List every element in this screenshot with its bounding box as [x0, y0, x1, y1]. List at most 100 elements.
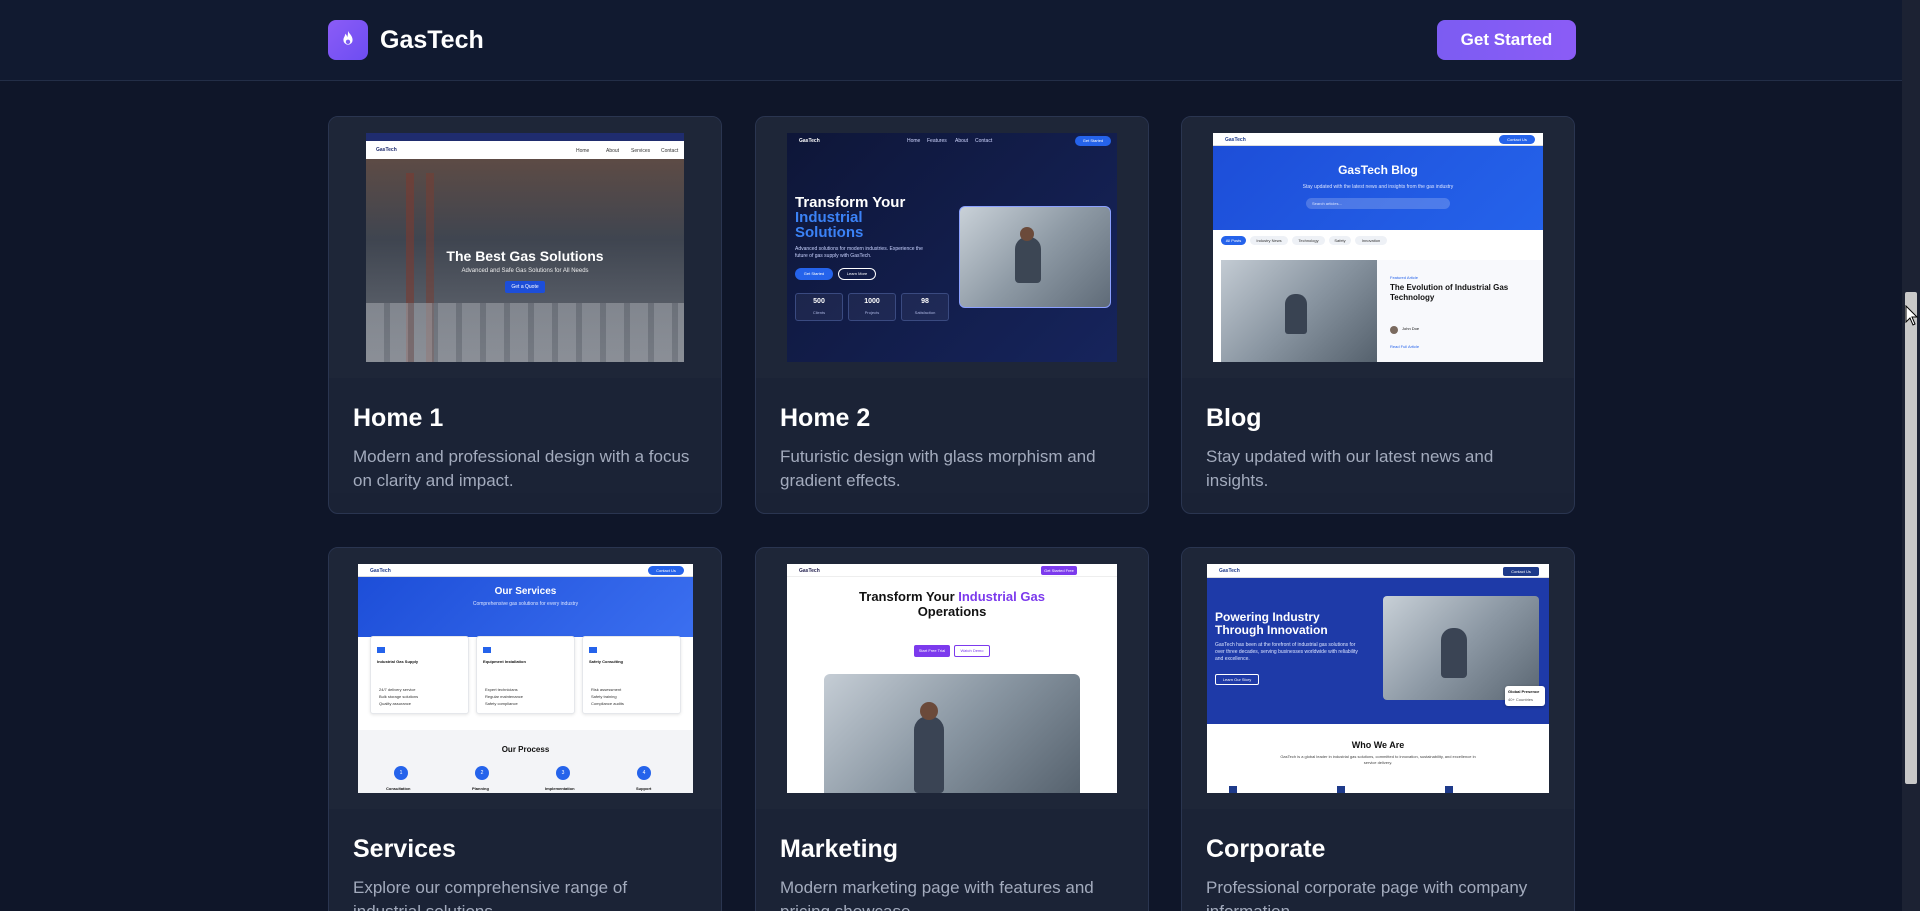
preview-step-label: Consultation [386, 786, 411, 791]
preview-nav-home: Home [907, 138, 921, 144]
preview-quote-button: Get a Quote [505, 281, 545, 293]
preview-process-title: Our Process [501, 745, 550, 754]
preview-secondary-button: Learn More [838, 268, 876, 280]
preview-nav-about: About [606, 148, 620, 154]
card-body: Marketing Modern marketing page with fea… [756, 809, 1148, 911]
card-preview: GasTech Contact Us GasTech Blog Stay upd… [1182, 117, 1574, 378]
preview-service-card: Safety Consulting Risk assessment Safety… [582, 636, 681, 714]
preview-step-label: Support [636, 786, 652, 791]
preview-nav-home: Home [576, 148, 590, 154]
preview-filter: Innovation [1355, 236, 1387, 245]
preview-search-input: Search articles... [1306, 198, 1450, 209]
card-title: Home 1 [353, 404, 444, 432]
card-body: Home 1 Modern and professional design wi… [329, 378, 721, 493]
card-preview: GasTech Contact Us Powering Industry Thr… [1182, 548, 1574, 809]
preview-headline-3: Solutions [795, 224, 864, 241]
preview-nav-services: Services [631, 148, 651, 154]
preview-nav-button: Contact Us [648, 566, 684, 575]
card-description: Modern marketing page with features and … [780, 878, 1094, 911]
card-title: Blog [1206, 404, 1262, 432]
card-title: Home 2 [780, 404, 871, 432]
preview-brand: GasTech [799, 568, 820, 574]
preview-hero-image [1383, 596, 1539, 700]
preview-article-image [1221, 260, 1377, 362]
preview-section-text: GasTech is a global leader in industrial… [1280, 754, 1476, 765]
preview-learn-button: Learn Our Story [1215, 674, 1259, 685]
preview-filter: Safety [1329, 236, 1351, 245]
card-body: Blog Stay updated with our latest news a… [1182, 378, 1574, 493]
preview-nav-about: About [955, 138, 969, 144]
preview-subline: GasTech has been at the forefront of ind… [1215, 642, 1358, 662]
template-card-services[interactable]: GasTech Contact Us Our Services Comprehe… [328, 547, 722, 911]
card-description: Explore our comprehensive range of indus… [353, 878, 628, 911]
preview-subline: Comprehensive gas solutions for every in… [472, 601, 579, 607]
preview-blog[interactable]: GasTech Contact Us GasTech Blog Stay upd… [1213, 133, 1543, 362]
preview-services[interactable]: GasTech Contact Us Our Services Comprehe… [358, 564, 693, 793]
card-description: Futuristic design with glass morphism an… [780, 447, 1096, 490]
card-description: Stay updated with our latest news and in… [1206, 447, 1494, 490]
preview-headline: Our Services [494, 586, 557, 597]
card-preview: GasTech Home Features About Contact Get … [756, 117, 1148, 378]
preview-step-label: Implementation [545, 786, 575, 791]
scrollbar-thumb[interactable] [1905, 292, 1917, 784]
card-description: Modern and professional design with a fo… [353, 447, 690, 490]
preview-article-tag: Featured Article [1390, 275, 1419, 280]
template-card-marketing[interactable]: GasTech Get Started Free Transform Your … [755, 547, 1149, 911]
preview-section-title: Who We Are [1351, 740, 1405, 750]
preview-headline: The Best Gas Solutions [446, 248, 604, 264]
preview-filter: All Posts [1221, 236, 1246, 245]
card-title: Marketing [780, 835, 899, 863]
preview-hero-image [959, 206, 1111, 308]
card-body: Services Explore our comprehensive range… [329, 809, 721, 911]
preview-article-title: The Evolution of Industrial Gas Technolo… [1390, 283, 1509, 302]
card-body: Home 2 Futuristic design with glass morp… [756, 378, 1148, 493]
card-preview: GasTech Get Started Free Transform Your … [756, 548, 1148, 809]
preview-stat-satisfaction: 98 Satisfaction [901, 293, 949, 321]
preview-secondary-button: Watch Demo [954, 645, 990, 657]
preview-brand: GasTech [1219, 568, 1240, 574]
preview-filter: Technology [1292, 236, 1325, 245]
preview-headline: Transform Your Industrial Gas [859, 589, 1045, 604]
card-preview: GasTech Contact Us Our Services Comprehe… [329, 548, 721, 809]
preview-presence-badge: Global Presence 40+ Countries [1505, 686, 1545, 706]
preview-subline: Advanced solutions for modern industries… [795, 246, 923, 259]
preview-headline: Powering Industry Through Innovation [1215, 610, 1328, 637]
preview-hero-image [824, 674, 1080, 793]
card-description: Professional corporate page with company… [1206, 878, 1528, 911]
template-card-blog[interactable]: GasTech Contact Us GasTech Blog Stay upd… [1181, 116, 1575, 514]
card-body: Corporate Professional corporate page wi… [1182, 809, 1574, 911]
brand-name: GasTech [380, 25, 484, 54]
preview-brand: GasTech [799, 138, 820, 144]
preview-home-2[interactable]: GasTech Home Features About Contact Get … [787, 133, 1117, 362]
preview-marketing[interactable]: GasTech Get Started Free Transform Your … [787, 564, 1117, 793]
preview-step-label: Planning [472, 786, 489, 791]
preview-corporate[interactable]: GasTech Contact Us Powering Industry Thr… [1207, 564, 1549, 793]
preview-primary-button: Get Started [795, 268, 833, 280]
preview-nav-button: Contact Us [1499, 135, 1535, 144]
template-card-corporate[interactable]: GasTech Contact Us Powering Industry Thr… [1181, 547, 1575, 911]
preview-service-card: Industrial Gas Supply 24/7 delivery serv… [370, 636, 469, 714]
preview-author: John Doe [1402, 326, 1420, 331]
flame-logo-icon [328, 20, 368, 60]
preview-stat-projects: 1000 Projects [848, 293, 896, 321]
preview-nav-button: Contact Us [1503, 567, 1539, 576]
preview-subline: Stay updated with the latest news and in… [1302, 184, 1454, 190]
preview-subline: Advanced and Safe Gas Solutions for All … [461, 268, 589, 274]
get-started-button[interactable]: Get Started [1437, 20, 1576, 60]
preview-filter: Industry News [1250, 236, 1288, 245]
preview-author-avatar [1390, 326, 1398, 334]
card-title: Services [353, 835, 456, 863]
brand[interactable]: GasTech [328, 20, 484, 60]
preview-nav-button: Get Started Free [1041, 566, 1077, 575]
template-card-home-2[interactable]: GasTech Home Features About Contact Get … [755, 116, 1149, 514]
preview-brand: GasTech [1225, 137, 1246, 143]
preview-home-1[interactable]: GasTech Home About Services Contact The … [366, 133, 684, 362]
card-preview: GasTech Home About Services Contact The … [329, 117, 721, 378]
preview-headline: GasTech Blog [1338, 163, 1418, 177]
preview-nav-contact: Contact [975, 138, 993, 144]
preview-nav-button: Get Started [1075, 136, 1111, 146]
template-card-home-1[interactable]: GasTech Home About Services Contact The … [328, 116, 722, 514]
preview-brand: GasTech [376, 147, 397, 153]
preview-stat-clients: 500 Clients [795, 293, 843, 321]
page-scrollbar[interactable] [1902, 0, 1920, 911]
